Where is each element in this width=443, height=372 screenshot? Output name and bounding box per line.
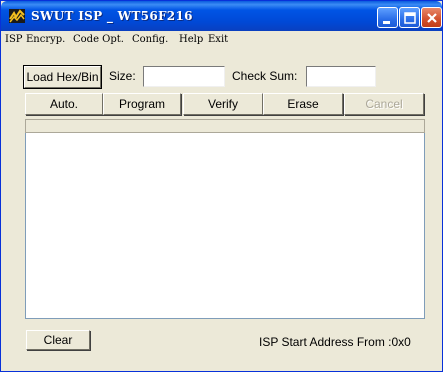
main-window: SWUT ISP _ WT56F216 ISP Encryp. Code Opt… <box>0 0 443 372</box>
window-bottom <box>1 353 442 371</box>
checksum-field[interactable] <box>306 66 376 87</box>
checksum-label: Check Sum: <box>232 69 298 83</box>
menu-config[interactable]: Config. <box>132 34 168 45</box>
close-icon <box>427 13 437 23</box>
title-bar[interactable]: SWUT ISP _ WT56F216 <box>1 1 442 31</box>
program-button[interactable]: Program <box>103 93 181 115</box>
minimize-button[interactable] <box>377 7 398 28</box>
window-title: SWUT ISP _ WT56F216 <box>31 9 193 23</box>
isp-start-address-status: ISP Start Address From :0x0 <box>259 335 411 349</box>
clear-button[interactable]: Clear <box>26 330 90 350</box>
log-output-area[interactable] <box>25 133 425 319</box>
menu-exit[interactable]: Exit <box>208 34 228 45</box>
lightning-app-icon <box>9 9 25 23</box>
auto-button[interactable]: Auto. <box>25 93 103 115</box>
maximize-icon <box>404 12 416 24</box>
minimize-icon <box>383 21 390 24</box>
maximize-button[interactable] <box>399 7 420 28</box>
verify-button[interactable]: Verify <box>183 93 263 115</box>
size-field[interactable] <box>143 66 225 87</box>
menu-code-opt[interactable]: Code Opt. <box>73 34 124 45</box>
cancel-button: Cancel <box>344 93 424 115</box>
size-label: Size: <box>109 69 136 83</box>
log-header-bar <box>25 119 425 133</box>
close-button[interactable] <box>421 7 442 28</box>
menu-isp[interactable]: ISP <box>5 34 23 45</box>
load-hex-bin-button[interactable]: Load Hex/Bin <box>23 65 102 89</box>
menu-help[interactable]: Help <box>179 34 203 45</box>
menu-bar: ISP Encryp. Code Opt. Config. Help Exit <box>1 31 442 51</box>
menu-encryp[interactable]: Encryp. <box>26 34 65 45</box>
erase-button[interactable]: Erase <box>263 93 343 115</box>
